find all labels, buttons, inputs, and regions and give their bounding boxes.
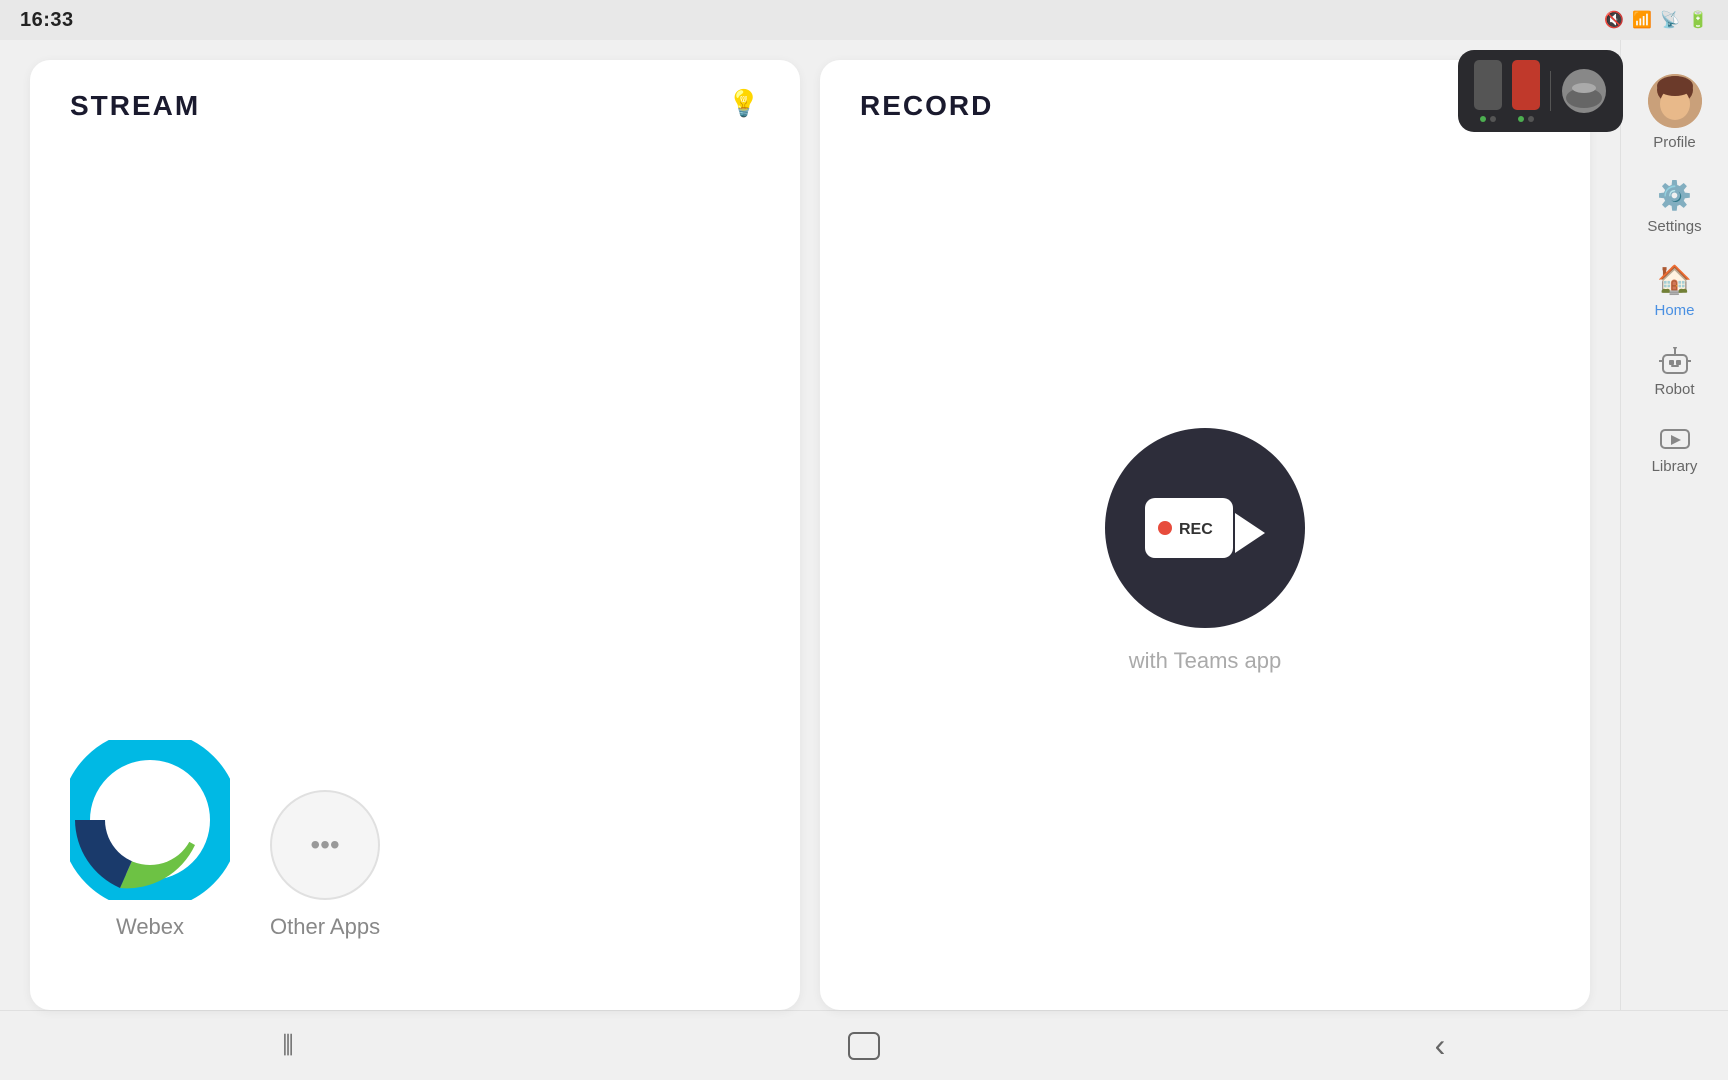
- signal-icon: 📡: [1660, 10, 1680, 30]
- cards-row: STREAM 💡: [30, 60, 1590, 1010]
- device-bar-left: [1474, 60, 1502, 110]
- mute-icon: 🔇: [1604, 10, 1624, 30]
- device-dots-middle: [1518, 116, 1534, 122]
- stream-card[interactable]: STREAM 💡: [30, 60, 800, 1010]
- wifi-icon: 📶: [1632, 10, 1652, 30]
- status-icons: 🔇 📶 📡 🔋: [1604, 10, 1708, 30]
- device-item-right: [1561, 68, 1607, 114]
- menu-icon: ⫼: [282, 1032, 293, 1060]
- bottom-nav-home[interactable]: [824, 1021, 904, 1071]
- status-time: 16:33: [20, 9, 74, 32]
- rec-icon-circle: REC: [1105, 428, 1305, 628]
- sidebar-item-robot[interactable]: Robot: [1621, 333, 1728, 412]
- sidebar-item-settings[interactable]: ⚙️ Settings: [1621, 165, 1728, 249]
- dot-off: [1490, 116, 1496, 122]
- status-bar: 16:33 🔇 📶 📡 🔋: [0, 0, 1728, 40]
- device-widget[interactable]: [1458, 50, 1623, 132]
- sidebar-settings-label: Settings: [1647, 218, 1701, 235]
- device-bowl-icon: [1561, 68, 1607, 114]
- right-sidebar: Profile ⚙️ Settings 🏠 Home Robot: [1620, 40, 1728, 1010]
- record-content: REC with Teams app: [860, 122, 1550, 980]
- dot-off2: [1528, 116, 1534, 122]
- bottom-nav-back[interactable]: ‹: [1400, 1021, 1480, 1071]
- ellipsis-icon: •••: [310, 829, 339, 861]
- other-apps-label: Other Apps: [270, 914, 380, 940]
- home-circle-icon: [848, 1032, 880, 1060]
- other-apps-button[interactable]: •••: [270, 790, 380, 900]
- sidebar-profile-label: Profile: [1653, 134, 1696, 151]
- gear-icon: ⚙️: [1657, 179, 1692, 212]
- avatar: [1648, 74, 1702, 128]
- library-icon: [1659, 426, 1691, 452]
- record-card[interactable]: RECORD 💡 REC: [820, 60, 1590, 1010]
- robot-icon: [1659, 347, 1691, 375]
- webex-app-item[interactable]: Webex: [70, 740, 230, 940]
- device-bar-red: [1512, 60, 1540, 110]
- record-title: RECORD: [860, 90, 1550, 122]
- avatar-svg: [1648, 74, 1702, 128]
- webex-label: Webex: [116, 914, 184, 940]
- stream-apps: Webex ••• Other Apps: [70, 700, 760, 980]
- device-item-middle: [1512, 60, 1540, 122]
- back-icon: ‹: [1435, 1027, 1446, 1064]
- other-apps-item[interactable]: ••• Other Apps: [270, 790, 380, 940]
- bottom-nav-menu[interactable]: ⫼: [248, 1021, 328, 1071]
- sidebar-item-library[interactable]: Library: [1621, 412, 1728, 489]
- webex-logo: [70, 740, 230, 900]
- record-subtitle: with Teams app: [1129, 648, 1281, 674]
- home-icon: 🏠: [1657, 263, 1692, 296]
- sidebar-library-label: Library: [1652, 458, 1698, 475]
- stream-hint-icon: 💡: [728, 88, 760, 119]
- device-separator: [1550, 71, 1551, 111]
- sidebar-robot-label: Robot: [1654, 381, 1694, 398]
- device-item-left: [1474, 60, 1502, 122]
- content-area: STREAM 💡: [0, 40, 1620, 1010]
- sidebar-home-label: Home: [1654, 302, 1694, 319]
- battery-icon: 🔋: [1688, 10, 1708, 30]
- sidebar-item-home[interactable]: 🏠 Home: [1621, 249, 1728, 333]
- dot-green: [1480, 116, 1486, 122]
- rec-camera-svg: REC: [1135, 478, 1275, 578]
- main-area: STREAM 💡: [0, 40, 1728, 1010]
- sidebar-item-profile[interactable]: Profile: [1621, 60, 1728, 165]
- device-dots-left: [1480, 116, 1496, 122]
- bottom-nav: ⫼ ‹: [0, 1010, 1728, 1080]
- svg-text:REC: REC: [1179, 521, 1213, 538]
- stream-title: STREAM: [70, 90, 760, 122]
- dot-green2: [1518, 116, 1524, 122]
